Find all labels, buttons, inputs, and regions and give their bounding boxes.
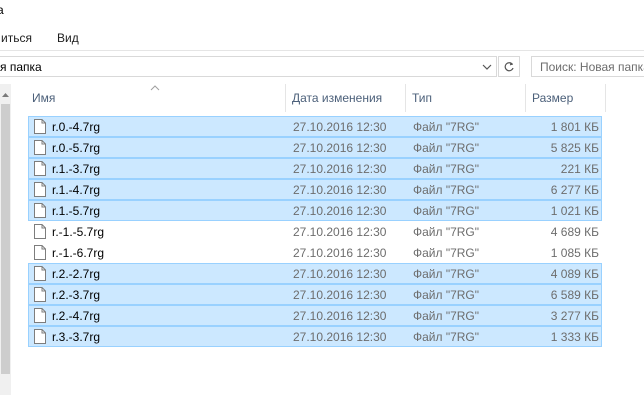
file-size: 1 333 КБ xyxy=(550,330,599,344)
document-icon xyxy=(34,329,46,344)
search-placeholder: Поиск: Новая папка xyxy=(540,60,644,74)
document-icon xyxy=(34,224,46,239)
file-size: 1 801 КБ xyxy=(550,120,599,134)
file-row[interactable]: r.2.-2.7rg 27.10.2016 12:30 Файл "7RG" 4… xyxy=(28,263,602,284)
document-icon xyxy=(34,182,46,197)
file-date: 27.10.2016 12:30 xyxy=(293,141,387,155)
file-type: Файл "7RG" xyxy=(413,267,480,281)
file-type: Файл "7RG" xyxy=(413,141,480,155)
file-row[interactable]: r.2.-4.7rg 27.10.2016 12:30 Файл "7RG" 3… xyxy=(28,305,602,326)
file-date: 27.10.2016 12:30 xyxy=(293,267,387,281)
window-title: а xyxy=(0,3,4,17)
file-type: Файл "7RG" xyxy=(413,330,480,344)
chevron-down-icon[interactable] xyxy=(478,57,496,76)
file-row[interactable]: r.1.-5.7rg 27.10.2016 12:30 Файл "7RG" 1… xyxy=(28,200,602,221)
column-header-date[interactable]: Дата изменения xyxy=(286,84,406,112)
file-type: Файл "7RG" xyxy=(413,225,480,239)
file-name: r.0.-5.7rg xyxy=(52,141,101,155)
file-row[interactable]: r.1.-4.7rg 27.10.2016 12:30 Файл "7RG" 6… xyxy=(28,179,602,200)
refresh-button[interactable] xyxy=(498,56,520,77)
refresh-icon xyxy=(504,61,514,71)
document-icon xyxy=(34,203,46,218)
file-size: 5 825 КБ xyxy=(550,141,599,155)
file-type: Файл "7RG" xyxy=(413,162,480,176)
file-type: Файл "7RG" xyxy=(413,120,480,134)
file-name: r.2.-3.7rg xyxy=(52,288,101,302)
file-name: r.3.-3.7rg xyxy=(52,330,101,344)
document-icon xyxy=(34,287,46,302)
file-date: 27.10.2016 12:30 xyxy=(293,183,387,197)
file-list: r.0.-4.7rg 27.10.2016 12:30 Файл "7RG" 1… xyxy=(28,116,602,347)
file-date: 27.10.2016 12:30 xyxy=(293,246,387,260)
column-header-size[interactable]: Размер xyxy=(526,84,606,112)
file-size: 4 689 КБ xyxy=(550,225,599,239)
document-icon xyxy=(34,266,46,281)
document-icon xyxy=(34,245,46,260)
file-type: Файл "7RG" xyxy=(413,183,480,197)
file-row[interactable]: r.3.-3.7rg 27.10.2016 12:30 Файл "7RG" 1… xyxy=(28,326,602,347)
file-size: 1 085 КБ xyxy=(550,246,599,260)
document-icon xyxy=(34,119,46,134)
document-icon xyxy=(34,308,46,323)
address-path: я папка xyxy=(0,60,42,74)
file-name: r.1.-3.7rg xyxy=(52,162,101,176)
file-row[interactable]: r.-1.-5.7rg 27.10.2016 12:30 Файл "7RG" … xyxy=(28,221,602,242)
file-size: 6 277 КБ xyxy=(550,183,599,197)
file-date: 27.10.2016 12:30 xyxy=(293,162,387,176)
file-size: 3 277 КБ xyxy=(550,309,599,323)
scroll-up-icon[interactable] xyxy=(0,90,11,100)
ribbon-tabs: иться Вид xyxy=(0,26,644,51)
nav-pane-scrollbar[interactable] xyxy=(0,84,11,395)
file-name: r.1.-4.7rg xyxy=(52,183,101,197)
file-name: r.0.-4.7rg xyxy=(52,120,101,134)
column-header-type[interactable]: Тип xyxy=(406,84,526,112)
file-row[interactable]: r.1.-3.7rg 27.10.2016 12:30 Файл "7RG" 2… xyxy=(28,158,602,179)
file-size: 4 089 КБ xyxy=(550,267,599,281)
document-icon xyxy=(34,161,46,176)
file-row[interactable]: r.0.-5.7rg 27.10.2016 12:30 Файл "7RG" 5… xyxy=(28,137,602,158)
file-date: 27.10.2016 12:30 xyxy=(293,309,387,323)
address-bar[interactable]: я папка xyxy=(0,56,497,77)
file-size: 6 589 КБ xyxy=(550,288,599,302)
document-icon xyxy=(34,140,46,155)
file-row[interactable]: r.2.-3.7rg 27.10.2016 12:30 Файл "7RG" 6… xyxy=(28,284,602,305)
file-name: r.2.-4.7rg xyxy=(52,309,101,323)
file-row[interactable]: r.0.-4.7rg 27.10.2016 12:30 Файл "7RG" 1… xyxy=(28,116,602,137)
file-row[interactable]: r.-1.-6.7rg 27.10.2016 12:30 Файл "7RG" … xyxy=(28,242,602,263)
file-date: 27.10.2016 12:30 xyxy=(293,330,387,344)
file-size: 1 021 КБ xyxy=(550,204,599,218)
title-bar: а xyxy=(0,0,644,26)
file-date: 27.10.2016 12:30 xyxy=(293,120,387,134)
file-type: Файл "7RG" xyxy=(413,204,480,218)
file-size: 221 КБ xyxy=(560,162,599,176)
file-date: 27.10.2016 12:30 xyxy=(293,204,387,218)
file-date: 27.10.2016 12:30 xyxy=(293,288,387,302)
scrollbar-thumb[interactable] xyxy=(1,104,10,374)
file-name: r.1.-5.7rg xyxy=(52,204,101,218)
file-type: Файл "7RG" xyxy=(413,246,480,260)
file-type: Файл "7RG" xyxy=(413,309,480,323)
file-date: 27.10.2016 12:30 xyxy=(293,225,387,239)
file-name: r.-1.-6.7rg xyxy=(52,246,105,260)
column-header-name[interactable]: Имя xyxy=(26,84,286,112)
file-type: Файл "7RG" xyxy=(413,288,480,302)
tab-view[interactable]: Вид xyxy=(57,31,79,45)
search-input[interactable]: Поиск: Новая папка xyxy=(531,56,644,77)
tab-share[interactable]: иться xyxy=(1,31,32,45)
file-name: r.-1.-5.7rg xyxy=(52,225,105,239)
file-name: r.2.-2.7rg xyxy=(52,267,101,281)
